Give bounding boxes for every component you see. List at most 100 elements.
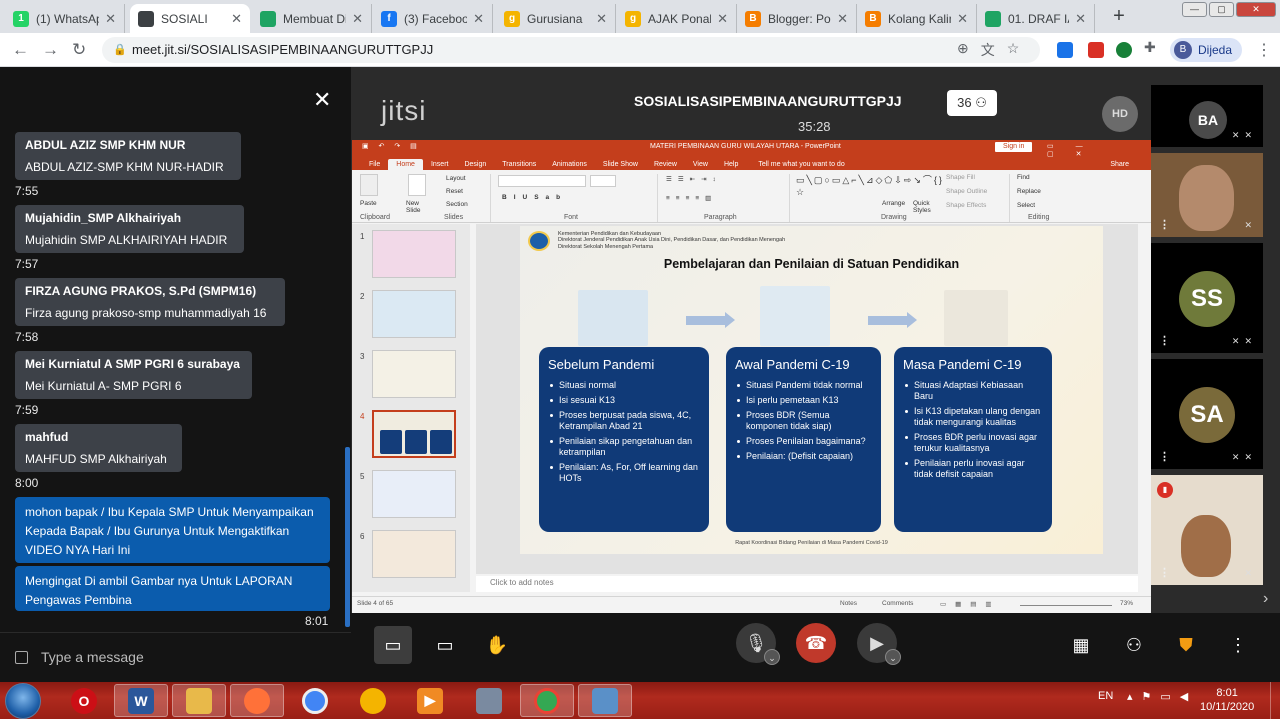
more-options-icon[interactable]: ⋮ [1159, 218, 1170, 231]
close-tab-icon[interactable]: ✕ [352, 11, 363, 27]
hangup-button[interactable]: ☎ [796, 623, 836, 663]
chat-scrollbar[interactable] [345, 447, 350, 627]
new-slide-icon [408, 174, 426, 196]
audio-level-icon: ▮ [1157, 482, 1173, 498]
browser-menu-icon[interactable]: ⋮ [1256, 40, 1272, 60]
browser-tab[interactable]: g Gurusiana ✕ [496, 4, 616, 33]
reload-icon[interactable]: ↻ [72, 40, 86, 60]
screen-share-button[interactable]: ▭ [426, 626, 464, 664]
taskbar-media[interactable]: ▶ [403, 684, 457, 717]
raise-hand-button[interactable]: ✋ [478, 626, 516, 664]
taskbar-chrome-active[interactable] [520, 684, 574, 717]
browser-tab[interactable]: 1 (1) WhatsAp ✕ [5, 4, 125, 33]
close-chat-icon[interactable]: ✕ [313, 87, 331, 113]
system-clock[interactable]: 8:01 10/11/2020 [1200, 686, 1254, 714]
more-options-icon[interactable]: ⋮ [1159, 450, 1170, 463]
microphone-button[interactable]: 🎙 ⌄ [736, 623, 780, 665]
close-tab-icon[interactable]: ✕ [596, 11, 607, 27]
participant-tile[interactable]: SS ⋮ ✕✕ [1151, 243, 1263, 353]
browser-tab[interactable]: g AJAK Ponak ✕ [617, 4, 737, 33]
participant-tile[interactable]: ⋮ ✕ [1151, 153, 1263, 237]
forward-icon[interactable]: → [42, 40, 59, 60]
close-tab-icon[interactable]: ✕ [231, 11, 242, 27]
whatsapp-icon: 1 [13, 10, 29, 27]
avatar: B [1174, 41, 1192, 59]
gurusiana-icon: g [625, 10, 641, 27]
browser-tab[interactable]: f (3) Faceboo ✕ [373, 4, 493, 33]
taskbar-explorer[interactable] [172, 684, 226, 717]
taskbar-chrome[interactable] [288, 684, 342, 717]
close-tab-icon[interactable]: ✕ [837, 11, 848, 27]
chat-input-placeholder[interactable]: Type a message [41, 649, 144, 665]
extension-icon[interactable] [1088, 42, 1104, 58]
new-tab-button[interactable]: + [1106, 6, 1132, 28]
thumbnail-card-shape [405, 430, 427, 454]
ribbon-tab: File [369, 161, 381, 168]
new-slide-label: New Slide [406, 200, 421, 214]
participant-tile[interactable]: BA ✕✕ [1151, 85, 1263, 147]
chat-toggle-button[interactable]: ▭ [374, 626, 412, 664]
slide-thumbnail [372, 230, 456, 278]
google-drive-icon [260, 10, 276, 27]
add-bookmark-plus-icon[interactable]: ⊕ [957, 40, 969, 60]
window-controls: — ▢ ✕ [1182, 2, 1276, 17]
chevron-down-icon[interactable]: ⌄ [885, 649, 901, 665]
video-quality-badge[interactable]: HD [1102, 96, 1138, 132]
star-icon[interactable]: ☆ [1007, 40, 1020, 60]
more-options-icon[interactable]: ⋮ [1159, 334, 1170, 347]
own-chat-message: mohon bapak / Ibu Kepala SMP Untuk Menya… [15, 497, 330, 563]
language-indicator[interactable]: EN [1098, 690, 1113, 702]
minimize-button[interactable]: — [1182, 2, 1207, 17]
url-field[interactable]: 🔒 meet.jit.si/SOSIALISASIPEMBINAANGURUTT… [102, 37, 1040, 63]
taskbar-network[interactable] [462, 684, 516, 717]
tray-icons[interactable]: ▴⚑▭◀ [1127, 690, 1197, 703]
profile-button[interactable]: B Dijeda [1170, 38, 1243, 62]
close-tab-icon[interactable]: ✕ [473, 11, 484, 27]
group-divider [657, 174, 658, 222]
participant-count-badge[interactable]: 36 ⚇ [947, 90, 997, 116]
extension-icon[interactable] [1116, 42, 1132, 58]
chevron-down-icon[interactable]: ⌄ [764, 649, 780, 665]
back-icon[interactable]: ← [12, 40, 29, 60]
maximize-button[interactable]: ▢ [1209, 2, 1234, 17]
invite-button[interactable]: ⚇ [1115, 626, 1153, 664]
start-button[interactable] [5, 683, 41, 719]
browser-tab[interactable]: SOSIALI ✕ [130, 4, 250, 33]
close-tab-icon[interactable]: ✕ [105, 11, 116, 27]
participant-tile[interactable]: ▮ ⋮ ✕ [1151, 475, 1263, 585]
taskbar-app[interactable] [346, 684, 400, 717]
more-options-icon[interactable]: ⋮ [1159, 566, 1170, 579]
slide-number: 5 [360, 472, 365, 481]
browser-tab[interactable]: B Kolang Kalin ✕ [857, 4, 977, 33]
taskbar-opera[interactable]: O [57, 684, 111, 717]
security-button[interactable]: ⛊ [1167, 626, 1205, 664]
view-buttons: ▭▦▤▥ [940, 601, 1001, 608]
more-actions-button[interactable]: ⋮ [1219, 626, 1257, 664]
participant-tile[interactable]: SA ⋮ ✕✕ [1151, 359, 1263, 469]
taskbar-window[interactable] [578, 684, 632, 717]
close-window-button[interactable]: ✕ [1236, 2, 1276, 17]
close-tab-icon[interactable]: ✕ [957, 11, 968, 27]
browser-tab[interactable]: B Blogger: Po ✕ [737, 4, 857, 33]
muted-icons: ✕ [1244, 568, 1257, 578]
zoom-slider [1020, 605, 1112, 606]
browser-tab[interactable]: Membuat Di ✕ [252, 4, 372, 33]
close-tab-icon[interactable]: ✕ [1075, 11, 1086, 27]
extension-icon[interactable] [1057, 42, 1073, 58]
taskbar-word[interactable]: W [114, 684, 168, 717]
show-desktop-button[interactable] [1270, 682, 1280, 719]
chat-input-area[interactable]: Type a message [0, 632, 351, 682]
close-tab-icon[interactable]: ✕ [717, 11, 728, 27]
emoji-checkbox-icon[interactable] [15, 651, 28, 664]
room-name: SOSIALISASIPEMBINAANGURUTTGPJJ [634, 93, 902, 109]
taskbar-firefox[interactable] [230, 684, 284, 717]
translate-icon[interactable]: 文 [981, 40, 995, 60]
browser-tab[interactable]: 01. DRAF IA ✕ [977, 4, 1095, 33]
jitsi-icon [138, 10, 154, 27]
extensions-puzzle-icon[interactable]: ✚ [1144, 39, 1160, 55]
chevron-right-icon[interactable]: › [1263, 590, 1268, 608]
camera-button[interactable]: ▶ ⌄ [857, 623, 901, 665]
message-timestamp: 7:57 [15, 257, 39, 271]
firefox-icon [244, 687, 270, 714]
tile-view-button[interactable]: ▦ [1062, 626, 1100, 664]
